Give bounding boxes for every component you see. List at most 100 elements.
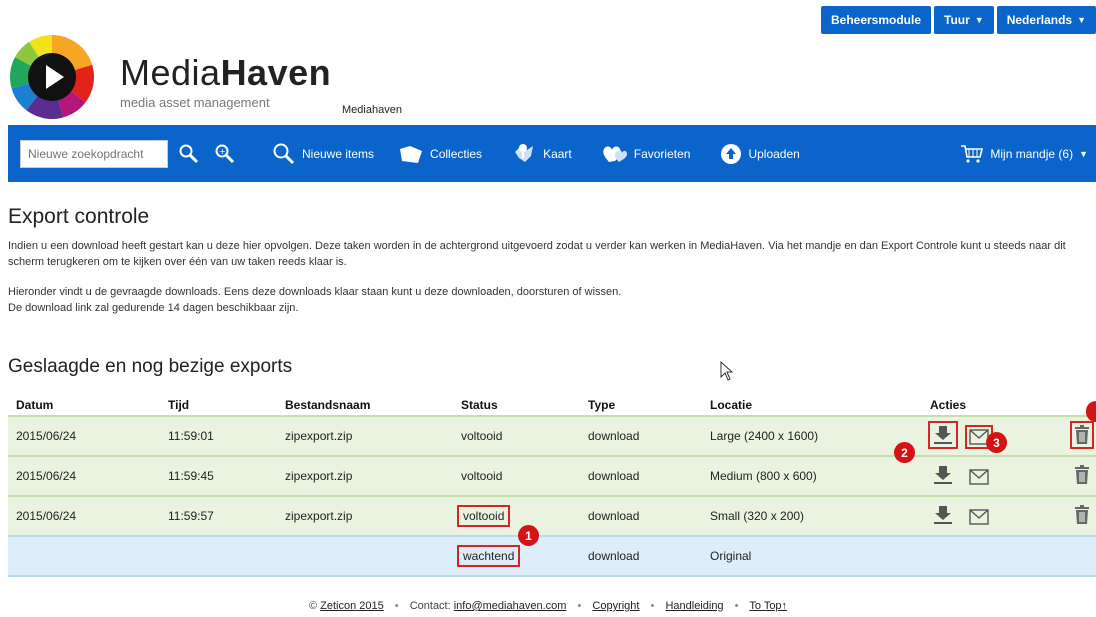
status-highlighted: wachtend: [456, 545, 521, 567]
nav-map-label: Kaart: [543, 146, 572, 161]
svg-text:+: +: [219, 147, 226, 156]
col-filename-header[interactable]: Bestandsnaam: [277, 394, 453, 416]
cell-time: [160, 535, 277, 577]
cell-delete: [1042, 495, 1096, 536]
cell-status: voltooid: [453, 495, 580, 536]
user-menu-label: Tuur: [944, 13, 970, 27]
info-paragraph-2: De download link zal gedurende 14 dagen …: [8, 302, 299, 314]
cell-delete: [1042, 535, 1096, 577]
mouse-cursor-icon: [720, 360, 734, 386]
brand-name-light: Media: [120, 52, 221, 93]
footer-copyright-link[interactable]: Copyright: [592, 600, 639, 612]
folder-icon: [398, 143, 424, 165]
cell-time: 11:59:57: [160, 495, 277, 536]
trash-icon[interactable]: [1074, 464, 1090, 485]
footer-email-link[interactable]: info@mediahaven.com: [454, 600, 567, 612]
nav-new-items[interactable]: Nieuwe items: [272, 142, 374, 166]
language-menu-button[interactable]: Nederlands ▼: [996, 6, 1096, 34]
info-paragraph-1: Hieronder vindt u de gevraagde downloads…: [8, 286, 622, 298]
table-row: 2015/06/24 11:59:01 zipexport.zip voltoo…: [8, 415, 1096, 456]
footer-copyright-symbol: ©: [308, 600, 321, 612]
cell-delete: [1042, 455, 1096, 496]
upload-icon: [720, 143, 742, 165]
col-date-header[interactable]: Datum: [8, 394, 160, 416]
nav-upload[interactable]: Uploaden: [720, 143, 800, 165]
brand-tagline: media asset management: [120, 95, 270, 110]
footer-separator: •: [394, 600, 399, 612]
download-icon[interactable]: [932, 505, 954, 525]
status-highlighted: voltooid: [456, 505, 511, 527]
cell-type: download: [580, 455, 702, 496]
cart-button[interactable]: Mijn mandje (6) ▼: [960, 125, 1088, 182]
cell-actions: [922, 415, 1042, 456]
cell-location: Large (2400 x 1600): [702, 415, 922, 456]
sub-brand: Mediahaven: [342, 104, 402, 116]
heart-icon: [602, 144, 628, 164]
cell-type: download: [580, 535, 702, 577]
footer-separator: •: [734, 600, 739, 612]
admin-module-button[interactable]: Beheersmodule: [820, 6, 932, 34]
col-status-header[interactable]: Status: [453, 394, 580, 416]
annotation-badge-2: 2: [894, 442, 915, 463]
cell-date: [8, 535, 160, 577]
mediahaven-logo[interactable]: [9, 34, 95, 120]
map-pin-icon: [511, 142, 537, 166]
footer-contact-label: Contact:: [409, 600, 454, 612]
annotation-badge-1: 1: [518, 525, 539, 546]
section-title: Geslaagde en nog bezige exports: [8, 356, 293, 377]
nav-favorites[interactable]: Favorieten: [602, 144, 690, 164]
cell-actions: [922, 535, 1042, 577]
cell-type: download: [580, 495, 702, 536]
cell-delete: [1042, 415, 1096, 456]
nav-map[interactable]: Kaart: [511, 142, 572, 166]
advanced-search-icon[interactable]: +: [214, 143, 236, 165]
footer-separator: •: [577, 600, 582, 612]
cell-filename: zipexport.zip: [277, 415, 453, 456]
cell-actions: [922, 495, 1042, 536]
cell-filename: [277, 535, 453, 577]
cell-actions: [922, 455, 1042, 496]
download-icon[interactable]: [928, 420, 958, 449]
brand-name-bold: Haven: [220, 52, 332, 93]
nav-collections[interactable]: Collecties: [398, 143, 482, 165]
brand-name: MediaHaven: [120, 52, 331, 94]
cart-label: Mijn mandje (6): [990, 146, 1074, 161]
nav-new-items-label: Nieuwe items: [302, 146, 375, 161]
mail-icon[interactable]: [969, 468, 990, 485]
page-title: Export controle: [8, 205, 150, 228]
footer-company-link[interactable]: Zeticon 2015: [320, 600, 384, 612]
search-input[interactable]: [20, 139, 168, 168]
cell-location: Small (320 x 200): [702, 495, 922, 536]
mail-icon[interactable]: [969, 508, 990, 525]
cell-date: 2015/06/24: [8, 495, 160, 536]
footer-separator: •: [650, 600, 655, 612]
cell-filename: zipexport.zip: [277, 495, 453, 536]
cell-status: voltooid: [453, 455, 580, 496]
cell-location: Original: [702, 535, 922, 577]
user-menu-button[interactable]: Tuur ▼: [934, 6, 994, 34]
magnifier-icon: [272, 142, 296, 166]
annotation-badge-3: 3: [986, 432, 1007, 453]
cart-icon: [960, 144, 984, 164]
caret-down-icon: ▼: [974, 15, 984, 25]
exports-table: Datum Tijd Bestandsnaam Status Type Loca…: [8, 394, 1096, 577]
footer: © Zeticon 2015 • Contact: info@mediahave…: [0, 600, 1096, 612]
cell-status: wachtend: [453, 535, 580, 577]
table-row: 2015/06/24 11:59:57 zipexport.zip voltoo…: [8, 495, 1096, 536]
col-time-header[interactable]: Tijd: [160, 394, 277, 416]
trash-icon[interactable]: [1074, 504, 1090, 525]
admin-module-label: Beheersmodule: [830, 13, 922, 27]
caret-down-icon: ▼: [1079, 148, 1088, 159]
search-icon[interactable]: [178, 143, 200, 165]
cell-location: Medium (800 x 600): [702, 455, 922, 496]
col-type-header[interactable]: Type: [580, 394, 702, 416]
nav-collections-label: Collecties: [430, 146, 483, 161]
cell-time: 11:59:01: [160, 415, 277, 456]
download-icon[interactable]: [932, 465, 954, 485]
footer-manual-link[interactable]: Handleiding: [665, 600, 723, 612]
trash-icon[interactable]: [1070, 420, 1094, 449]
footer-to-top-link[interactable]: To Top↑: [749, 600, 787, 612]
table-header-row: Datum Tijd Bestandsnaam Status Type Loca…: [8, 394, 1096, 416]
col-location-header[interactable]: Locatie: [702, 394, 922, 416]
cell-filename: zipexport.zip: [277, 455, 453, 496]
